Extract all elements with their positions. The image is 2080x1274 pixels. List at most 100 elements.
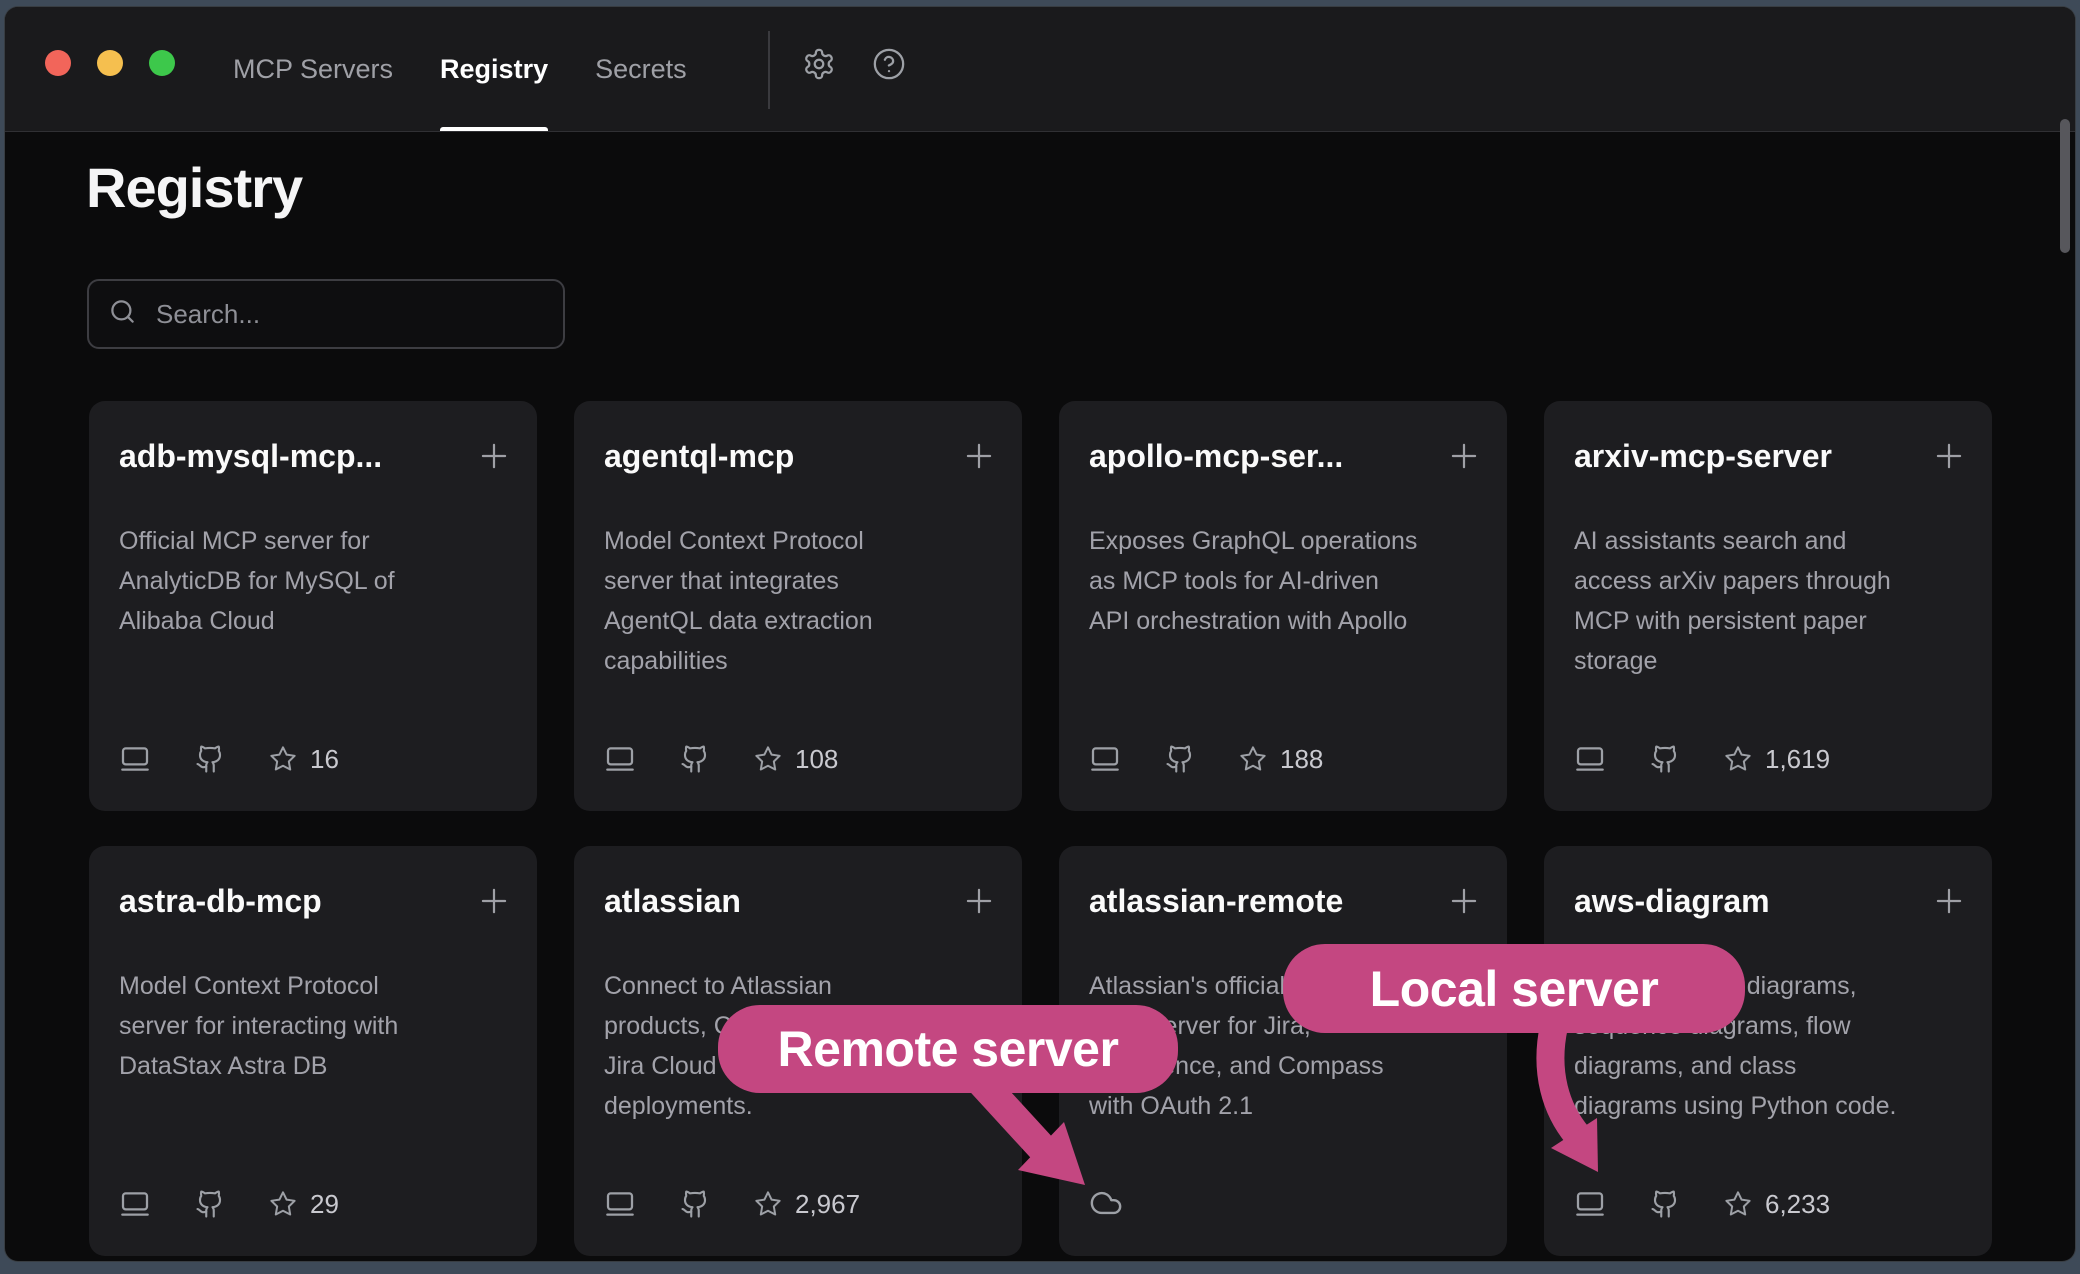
description-line: capabilities <box>604 641 996 681</box>
add-server-button[interactable] <box>960 882 998 920</box>
server-name: agentql-mcp <box>604 435 794 477</box>
server-card[interactable]: agentql-mcp Model Context Protocolserver… <box>574 401 1022 811</box>
add-server-button[interactable] <box>475 882 513 920</box>
add-server-button[interactable] <box>1930 882 1968 920</box>
card-footer: 188 <box>1089 743 1323 775</box>
tab-registry[interactable]: Registry <box>440 7 548 131</box>
server-card[interactable]: adb-mysql-mcp... Official MCP server for… <box>89 401 537 811</box>
star-rating: 16 <box>269 744 339 775</box>
card-footer: 1,619 <box>1574 743 1830 775</box>
server-card[interactable]: astra-db-mcp Model Context Protocolserve… <box>89 846 537 1256</box>
tab-bar: MCP Servers Registry Secrets <box>233 7 687 131</box>
github-icon[interactable] <box>680 1189 710 1219</box>
server-card[interactable]: aws-diagram Generate AWS diagrams,sequen… <box>1544 846 1992 1256</box>
star-rating: 6,233 <box>1724 1189 1830 1220</box>
star-icon <box>269 1190 297 1218</box>
plus-icon <box>1930 437 1968 475</box>
star-rating: 188 <box>1239 744 1323 775</box>
laptop-icon <box>119 1188 151 1220</box>
close-button[interactable] <box>45 50 71 76</box>
server-name: adb-mysql-mcp... <box>119 435 382 477</box>
plus-icon <box>475 437 513 475</box>
github-icon[interactable] <box>195 744 225 774</box>
description-line: access arXiv papers through <box>1574 561 1966 601</box>
cloud-icon <box>1089 1186 1123 1220</box>
window-controls <box>45 50 175 76</box>
tab-mcp-servers[interactable]: MCP Servers <box>233 7 393 131</box>
star-icon <box>1724 745 1752 773</box>
card-footer: 16 <box>119 743 339 775</box>
server-card[interactable]: apollo-mcp-ser... Exposes GraphQL operat… <box>1059 401 1507 811</box>
star-count: 1,619 <box>1765 744 1830 775</box>
star-rating: 29 <box>269 1189 339 1220</box>
github-icon[interactable] <box>195 1189 225 1219</box>
server-description: AI assistants search andaccess arXiv pap… <box>1574 521 1966 681</box>
laptop-icon <box>1574 1188 1606 1220</box>
desktop: MCP Servers Registry Secrets Registry adb-… <box>0 0 2080 1274</box>
description-line: server for interacting with <box>119 1006 511 1046</box>
plus-icon <box>960 437 998 475</box>
star-icon <box>754 1190 782 1218</box>
star-rating: 1,619 <box>1724 744 1830 775</box>
card-footer: 2,967 <box>604 1188 860 1220</box>
tab-secrets[interactable]: Secrets <box>595 7 687 131</box>
description-line: Model Context Protocol <box>604 521 996 561</box>
laptop-icon <box>1089 743 1121 775</box>
plus-icon <box>1445 882 1483 920</box>
minimize-button[interactable] <box>97 50 123 76</box>
star-count: 29 <box>310 1189 339 1220</box>
search-box[interactable] <box>87 279 565 349</box>
help-button[interactable] <box>872 47 906 81</box>
server-name: astra-db-mcp <box>119 880 322 922</box>
github-icon[interactable] <box>680 744 710 774</box>
add-server-button[interactable] <box>960 437 998 475</box>
star-icon <box>1724 1190 1752 1218</box>
plus-icon <box>960 882 998 920</box>
server-name: aws-diagram <box>1574 880 1770 922</box>
description-line: AI assistants search and <box>1574 521 1966 561</box>
plus-icon <box>475 882 513 920</box>
description-line: Connect to Atlassian <box>604 966 996 1006</box>
search-input[interactable] <box>154 298 543 331</box>
star-icon <box>1239 745 1267 773</box>
star-rating: 108 <box>754 744 838 775</box>
description-line: Model Context Protocol <box>119 966 511 1006</box>
description-line: server that integrates <box>604 561 996 601</box>
plus-icon <box>1445 437 1483 475</box>
star-icon <box>754 745 782 773</box>
star-count: 108 <box>795 744 838 775</box>
tab-label: MCP Servers <box>233 54 393 85</box>
settings-button[interactable] <box>802 47 836 81</box>
server-name: apollo-mcp-ser... <box>1089 435 1343 477</box>
gear-icon <box>802 47 836 81</box>
github-icon[interactable] <box>1650 1189 1680 1219</box>
add-server-button[interactable] <box>475 437 513 475</box>
add-server-button[interactable] <box>1445 882 1483 920</box>
server-name: arxiv-mcp-server <box>1574 435 1832 477</box>
maximize-button[interactable] <box>149 50 175 76</box>
annotation-remote-server: Remote server <box>718 1005 1178 1093</box>
annotation-local-server: Local server <box>1283 944 1745 1033</box>
server-card[interactable]: arxiv-mcp-server AI assistants search an… <box>1544 401 1992 811</box>
github-icon[interactable] <box>1165 744 1195 774</box>
server-grid: adb-mysql-mcp... Official MCP server for… <box>89 401 1992 1256</box>
star-count: 16 <box>310 744 339 775</box>
star-count: 6,233 <box>1765 1189 1830 1220</box>
card-footer <box>1089 1186 1123 1220</box>
description-line: MCP with persistent paper <box>1574 601 1966 641</box>
add-server-button[interactable] <box>1445 437 1483 475</box>
laptop-icon <box>604 1188 636 1220</box>
star-rating: 2,967 <box>754 1189 860 1220</box>
github-icon[interactable] <box>1650 744 1680 774</box>
titlebar-divider <box>768 31 770 109</box>
description-line: Official MCP server for <box>119 521 511 561</box>
add-server-button[interactable] <box>1930 437 1968 475</box>
scrollbar-thumb[interactable] <box>2060 119 2070 253</box>
server-description: Model Context Protocolserver that integr… <box>604 521 996 681</box>
titlebar: MCP Servers Registry Secrets <box>5 7 2075 132</box>
server-name: atlassian <box>604 880 741 922</box>
laptop-icon <box>119 743 151 775</box>
card-footer: 108 <box>604 743 838 775</box>
description-line: DataStax Astra DB <box>119 1046 511 1086</box>
description-line: AgentQL data extraction <box>604 601 996 641</box>
